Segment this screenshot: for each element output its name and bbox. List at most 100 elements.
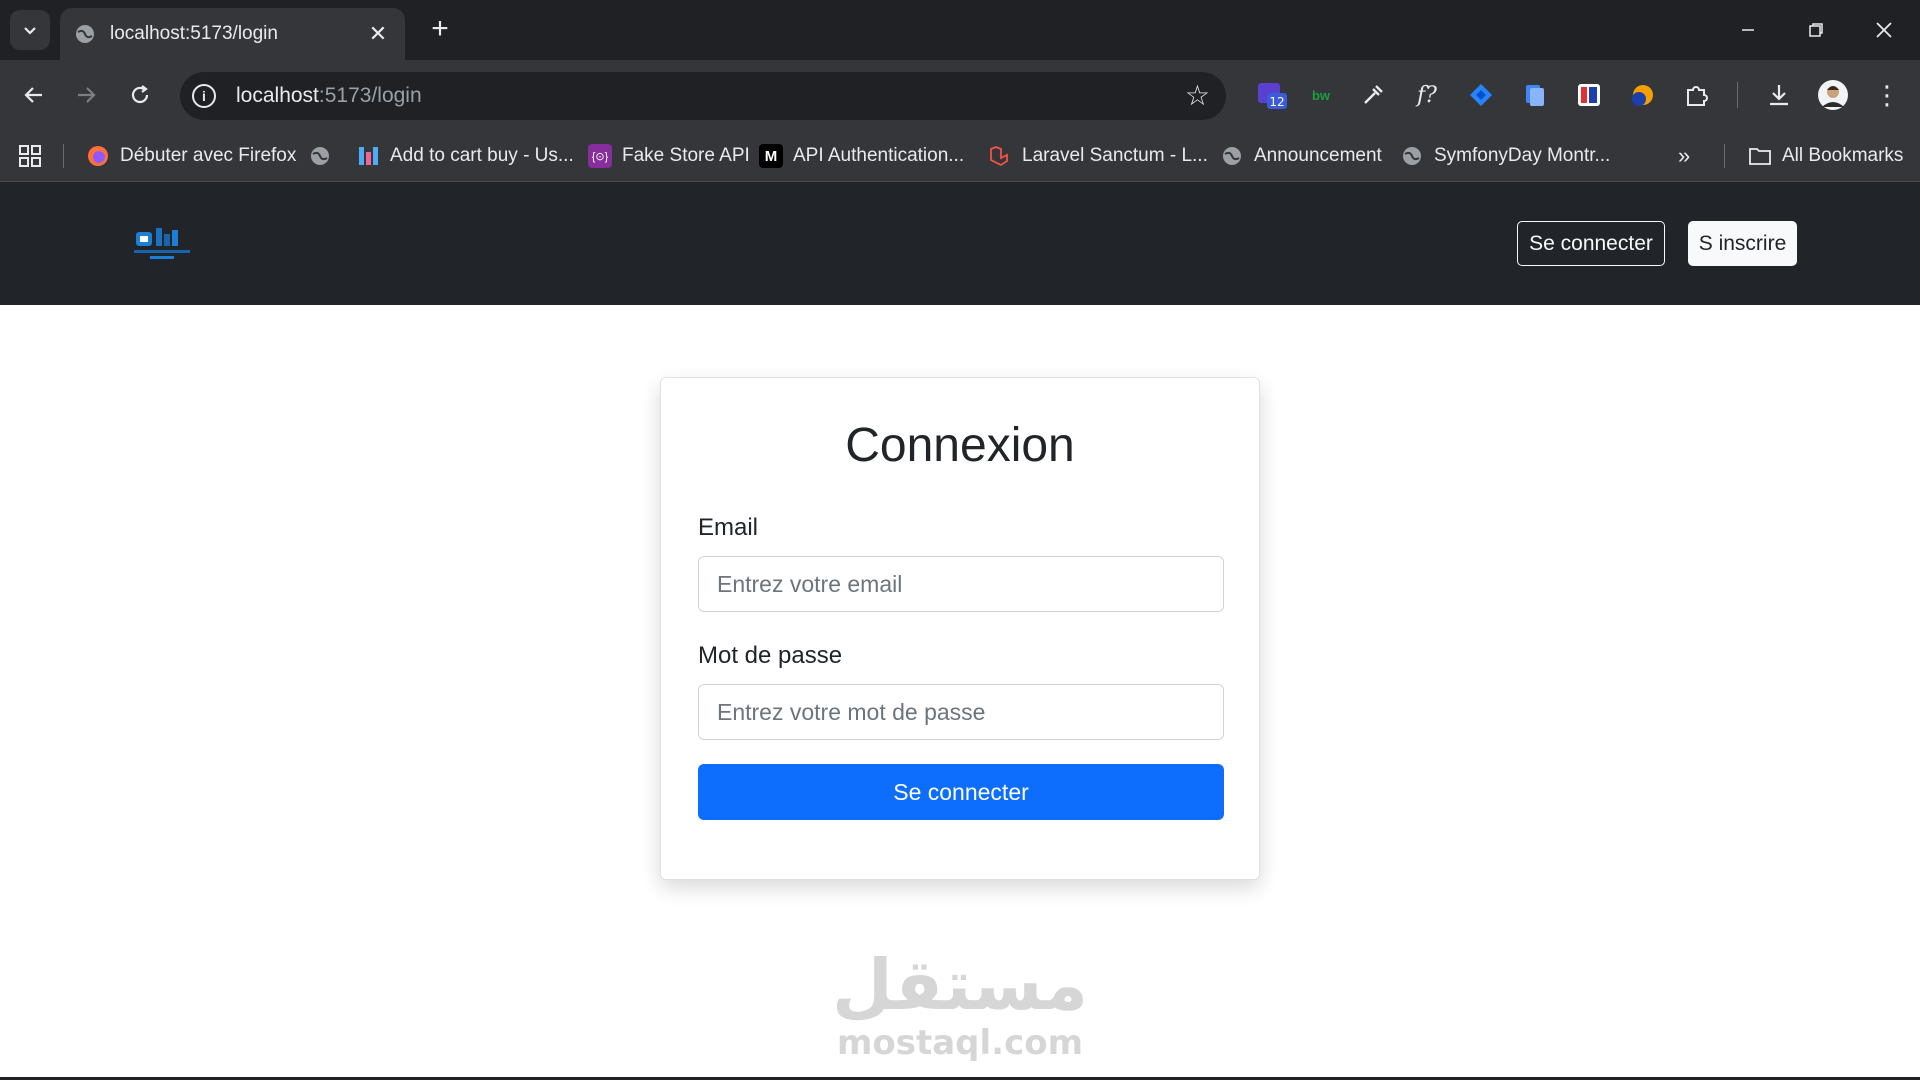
browser-tabstrip: localhost:5173/login ✕ + [0,0,1920,60]
bookmark-fake-store[interactable]: {⊙} Fake Store API [588,130,750,182]
bookmark-firefox[interactable]: Débuter avec Firefox [86,130,296,182]
close-window-button[interactable] [1850,0,1918,60]
app-icon [356,144,380,168]
extension-fonts[interactable]: f? [1410,78,1444,112]
grid-app-icon [1578,84,1600,106]
globe-icon [76,25,94,43]
watermark: مستقل mostaql.com [830,945,1090,1061]
url-host: localhost [236,84,319,107]
downloads-button[interactable] [1762,78,1796,112]
restore-button[interactable] [1782,0,1850,60]
navbar-login-button[interactable]: Se connecter [1517,221,1665,266]
bookmark-label: SymfonyDay Montr... [1434,145,1611,166]
reload-icon [131,85,149,104]
extension-picker[interactable] [1356,78,1390,112]
calendar-icon: 12 [1258,83,1287,109]
bookmark-label: Announcement [1254,145,1382,166]
watermark-arabic: مستقل [831,944,1088,1026]
address-bar[interactable]: i localhost:5173/login ☆ [180,72,1226,120]
folder-icon [1748,144,1772,168]
minimize-button[interactable] [1714,0,1782,60]
chevron-double-right-icon: » [1678,143,1691,168]
diamond-icon [1470,84,1492,106]
restore-icon [1809,23,1823,37]
bookmark-announcement[interactable]: Announcement [1220,130,1382,182]
apps-grid-icon [19,145,41,167]
apps-button[interactable] [18,130,42,182]
extension-diamond[interactable] [1464,78,1498,112]
password-label: Mot de passe [698,642,843,669]
watermark-latin: mostaql.com [836,1023,1084,1063]
avatar [1818,80,1848,110]
login-submit-button[interactable]: Se connecter [698,764,1224,820]
more-vert-icon: ⋮ [1874,80,1900,110]
tab-title: localhost:5173/login [110,23,278,44]
bookmark-laravel[interactable]: Laravel Sanctum - L... [988,130,1208,182]
arrow-left-icon [24,87,42,103]
site-info-icon[interactable]: i [192,84,216,108]
back-button[interactable] [14,75,54,115]
firefox-icon [86,144,110,168]
all-bookmarks-label: All Bookmarks [1782,145,1904,166]
bookmark-add-to-cart[interactable]: Add to cart buy - Us... [356,130,574,182]
chevron-down-icon [24,27,36,35]
bookmark-label: Laravel Sanctum - L... [1022,145,1208,166]
bookmark-label: Fake Store API [622,145,750,166]
minimize-icon [1742,29,1754,31]
extension-badge: 12 [1269,95,1284,109]
extension-docs[interactable] [1518,78,1552,112]
bookmarks-overflow-button[interactable]: » [1678,130,1690,182]
new-tab-button[interactable]: + [422,12,458,48]
bookmarks-separator [63,144,64,168]
extension-bw[interactable]: bw [1304,78,1338,112]
laravel-icon [988,144,1012,168]
bookmark-api-auth[interactable]: M API Authentication... [759,130,964,182]
bookmark-label: Add to cart buy - Us... [390,145,574,166]
extension-grid[interactable] [1572,78,1606,112]
browser-menu-button[interactable]: ⋮ [1870,78,1904,112]
url-path: :5173/login [318,84,422,107]
email-field[interactable] [698,556,1224,612]
puzzle-icon [1687,86,1708,106]
reload-button[interactable] [120,75,160,115]
password-field[interactable] [698,684,1224,740]
browser-toolbar: i localhost:5173/login ☆ 12 bw f? ⋮ [0,60,1920,130]
globe-icon [1220,144,1244,168]
extension-calendar[interactable]: 12 [1254,78,1288,112]
close-icon [1876,22,1892,38]
login-title: Connexion [845,419,1075,472]
crescent-icon [1632,85,1653,106]
font-icon: f? [1417,82,1437,108]
bookmark-globe[interactable] [308,130,342,182]
medium-icon: M [759,144,783,168]
extensions-button[interactable] [1680,78,1714,112]
document-icon [1526,85,1544,106]
profile-button[interactable] [1816,78,1850,112]
email-label: Email [698,514,759,541]
app-navbar: Se connecter S inscrire [0,182,1920,305]
bookmark-star-icon[interactable]: ☆ [1185,79,1210,112]
download-icon [1770,85,1788,106]
address-url: localhost:5173/login [236,84,422,108]
bookmark-symfonyday[interactable]: SymfonyDay Montr... [1400,130,1610,182]
fakestore-icon: {⊙} [588,144,612,168]
arrow-right-icon [78,87,96,103]
bookmarks-separator [1724,144,1725,168]
bookmark-label: API Authentication... [793,145,965,166]
toolbar-separator [1737,82,1738,108]
extension-orange[interactable] [1626,78,1660,112]
eyedropper-icon [1364,85,1383,104]
globe-icon [308,144,332,168]
navbar-signup-button[interactable]: S inscrire [1688,221,1797,266]
login-card: Connexion Email Mot de passe Se connecte… [660,377,1260,880]
globe-icon [1400,144,1424,168]
forward-button[interactable] [66,75,106,115]
brand-logo[interactable] [130,222,194,266]
bookmarks-bar: Débuter avec Firefox Add to cart buy - U… [0,130,1920,182]
bw-icon: bw [1311,87,1331,103]
browser-tab[interactable]: localhost:5173/login ✕ [60,8,405,60]
bookmark-label: Débuter avec Firefox [120,145,297,166]
tab-close-icon[interactable]: ✕ [365,21,391,47]
all-bookmarks-button[interactable]: All Bookmarks [1748,130,1903,182]
tab-search-button[interactable] [10,10,50,50]
